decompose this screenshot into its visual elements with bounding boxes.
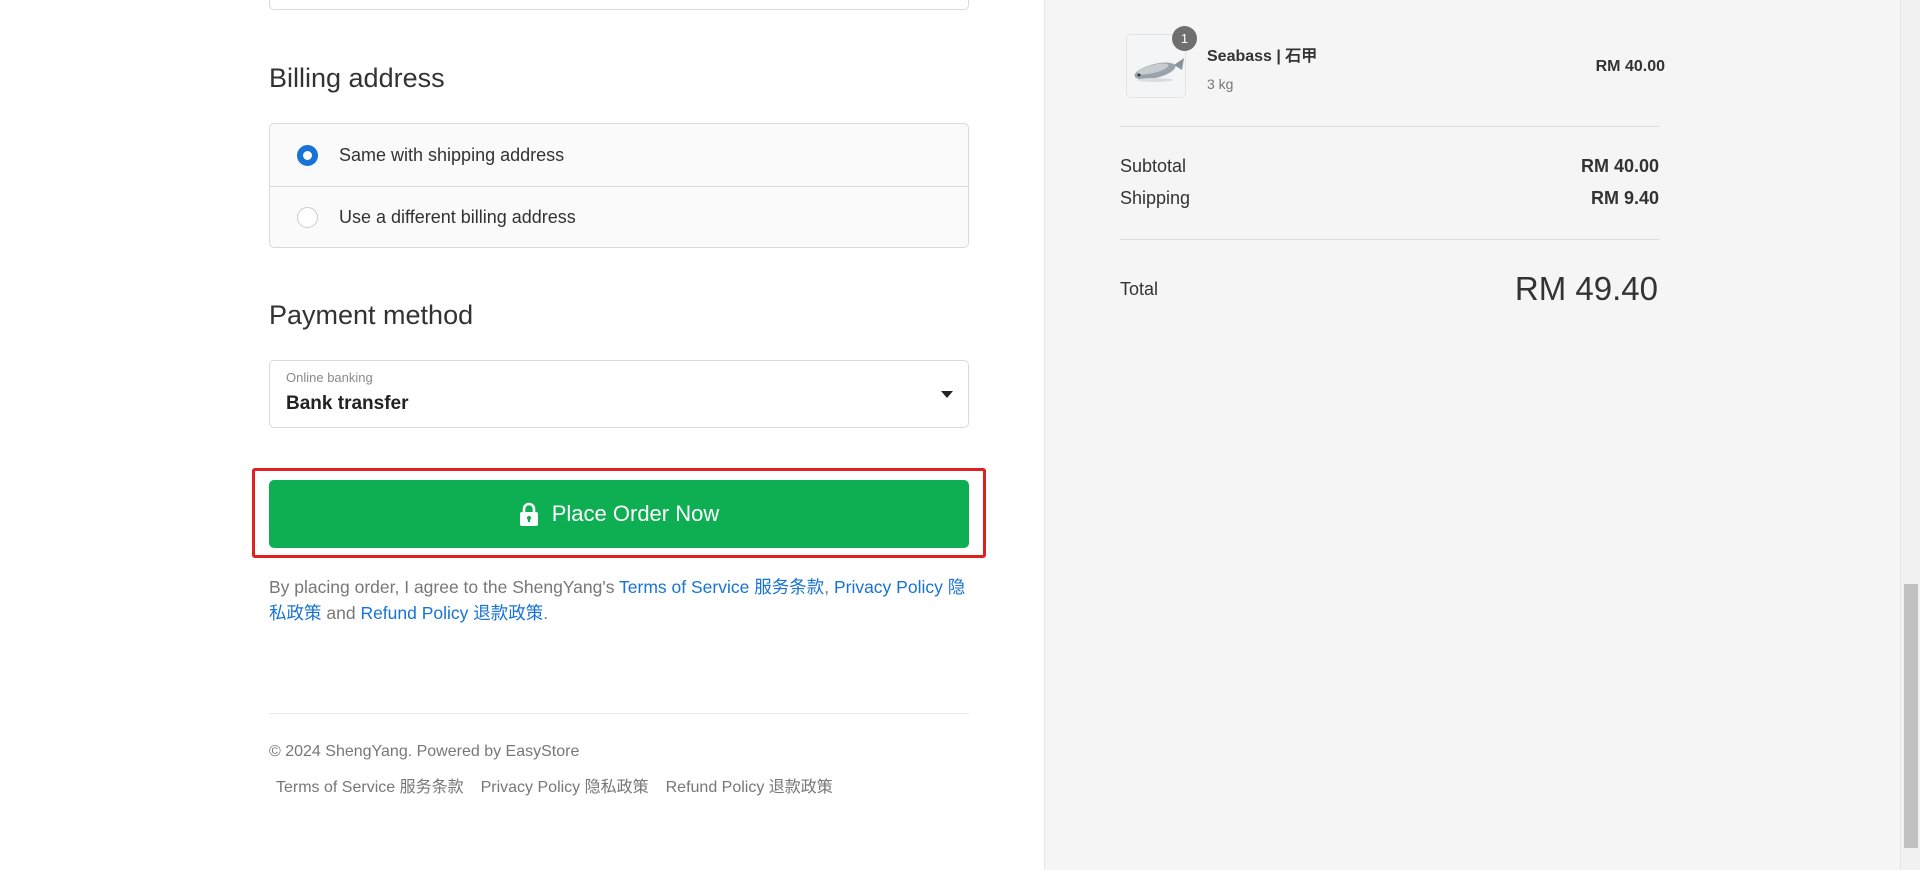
shipping-row: Shipping RM 9.40	[1120, 188, 1659, 212]
place-order-label: Place Order Now	[551, 501, 720, 526]
agreement-separator: ,	[824, 577, 834, 597]
shipping-label: Shipping	[1120, 188, 1191, 208]
product-name: Seabass | 石甲	[1207, 48, 1318, 65]
scrollbar-thumb[interactable]	[1904, 584, 1918, 848]
radio-same-with-shipping[interactable]	[297, 144, 318, 166]
footer-copyright: © 2024 ShengYang. Powered by EasyStore	[269, 743, 580, 760]
radio-different-billing[interactable]	[297, 207, 318, 228]
terms-of-service-link[interactable]: Terms of Service 服务条款	[619, 577, 824, 597]
order-summary: 1 Seabass | 石甲 3 kg RM 40.00 Subtotal RM…	[1044, 0, 1900, 870]
total-value: RM 49.40	[1514, 270, 1658, 307]
lock-icon	[519, 502, 538, 526]
billing-option-different-label: Use a different billing address	[339, 207, 576, 227]
product-price: RM 40.00	[1595, 58, 1665, 75]
previous-section-box	[269, 0, 969, 10]
subtotal-label: Subtotal	[1120, 156, 1187, 176]
billing-option-same[interactable]: Same with shipping address	[270, 124, 968, 186]
payment-method-select[interactable]: Online banking Bank transfer	[269, 360, 969, 428]
billing-option-same-label: Same with shipping address	[339, 144, 565, 165]
product-variant: 3 kg	[1207, 76, 1234, 92]
agreement-prefix: By placing order, I agree to the ShengYa…	[269, 577, 620, 597]
agreement-suffix: .	[543, 603, 549, 623]
payment-method-title: Payment method	[269, 300, 474, 330]
agreement-and: and	[321, 603, 361, 623]
page-scrollbar[interactable]	[1900, 0, 1920, 870]
footer-links: Terms of Service 服务条款 Privacy Policy 隐私政…	[276, 773, 833, 797]
billing-option-different[interactable]: Use a different billing address	[270, 186, 968, 247]
payment-method-caption: Online banking	[286, 370, 373, 385]
payment-method-value: Bank transfer	[286, 393, 409, 414]
footer-refund-link[interactable]: Refund Policy 退款政策	[666, 773, 833, 797]
summary-divider	[1120, 126, 1659, 127]
footer-divider	[269, 713, 969, 714]
subtotal-value: RM 40.00	[1580, 156, 1659, 176]
billing-address-title: Billing address	[269, 63, 445, 93]
place-order-button[interactable]: Place Order Now	[269, 480, 969, 548]
order-agreement-text: By placing order, I agree to the ShengYa…	[269, 574, 975, 626]
total-label: Total	[1120, 279, 1159, 299]
footer-privacy-link[interactable]: Privacy Policy 隐私政策	[481, 773, 649, 797]
subtotal-row: Subtotal RM 40.00	[1120, 156, 1659, 180]
refund-policy-link[interactable]: Refund Policy 退款政策	[360, 603, 543, 623]
checkout-form: Billing address Same with shipping addre…	[0, 0, 1044, 870]
billing-address-options: Same with shipping address Use a differe…	[269, 123, 969, 248]
chevron-down-icon	[941, 391, 953, 398]
total-divider	[1120, 239, 1659, 240]
cart-item: 1 Seabass | 石甲 3 kg RM 40.00	[1126, 26, 1665, 98]
checkout-page: Billing address Same with shipping addre…	[0, 0, 1920, 870]
quantity-badge: 1	[1172, 26, 1197, 51]
footer-terms-link[interactable]: Terms of Service 服务条款	[276, 773, 464, 797]
shipping-value: RM 9.40	[1590, 188, 1659, 208]
